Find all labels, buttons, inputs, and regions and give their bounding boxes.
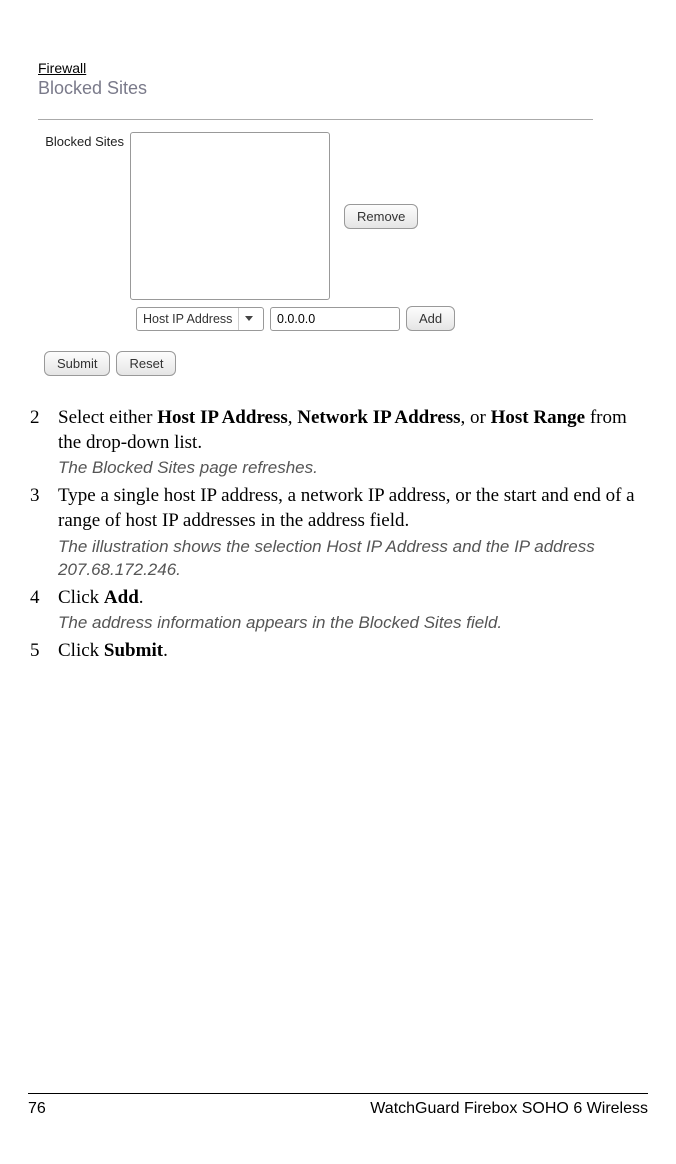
text: , (288, 407, 298, 428)
divider (38, 119, 593, 120)
text: . (163, 640, 168, 661)
step-number: 3 (28, 484, 58, 581)
step-2: 2 Select either Host IP Address, Network… (28, 406, 648, 480)
address-type-select[interactable]: Host IP Address (136, 307, 264, 331)
chevron-down-icon (238, 308, 257, 330)
text: Click (58, 587, 104, 608)
step-4: 4 Click Add. The address information app… (28, 586, 648, 636)
text-bold: Host IP Address (157, 407, 288, 428)
step-number: 5 (28, 639, 58, 664)
blocked-sites-listbox[interactable] (130, 132, 330, 300)
ip-address-input[interactable] (270, 307, 400, 331)
page-number: 76 (28, 1100, 46, 1118)
step-note: The address information appears in the B… (58, 612, 648, 635)
add-button[interactable]: Add (406, 306, 455, 331)
text: Type a single host IP address, a network… (58, 485, 635, 531)
text-bold: Add (104, 587, 139, 608)
select-value: Host IP Address (143, 312, 238, 326)
address-entry-row: Host IP Address Add (136, 306, 648, 331)
text: . (139, 587, 144, 608)
page-title: Blocked Sites (38, 78, 648, 99)
step-number: 2 (28, 406, 58, 480)
text: , or (461, 407, 491, 428)
remove-button[interactable]: Remove (344, 204, 418, 229)
text-bold: Network IP Address (297, 407, 460, 428)
form-actions: Submit Reset (44, 351, 648, 376)
reset-button[interactable]: Reset (116, 351, 176, 376)
blocked-sites-row: Blocked Sites Remove (38, 132, 648, 300)
step-number: 4 (28, 586, 58, 636)
submit-button[interactable]: Submit (44, 351, 110, 376)
config-screenshot: Firewall Blocked Sites Blocked Sites Rem… (38, 60, 648, 376)
text: Select either (58, 407, 157, 428)
text: Click (58, 640, 104, 661)
step-note: The Blocked Sites page refreshes. (58, 457, 648, 480)
step-note: The illustration shows the selection Hos… (58, 536, 648, 582)
instruction-list: 2 Select either Host IP Address, Network… (28, 406, 648, 664)
step-3: 3 Type a single host IP address, a netwo… (28, 484, 648, 581)
breadcrumb: Firewall (38, 60, 648, 76)
text-bold: Submit (104, 640, 163, 661)
text-bold: Host Range (491, 407, 585, 428)
page-footer: 76 WatchGuard Firebox SOHO 6 Wireless (28, 1093, 648, 1118)
blocked-sites-label: Blocked Sites (38, 132, 130, 149)
footer-title: WatchGuard Firebox SOHO 6 Wireless (370, 1100, 648, 1118)
step-5: 5 Click Submit. (28, 639, 648, 664)
